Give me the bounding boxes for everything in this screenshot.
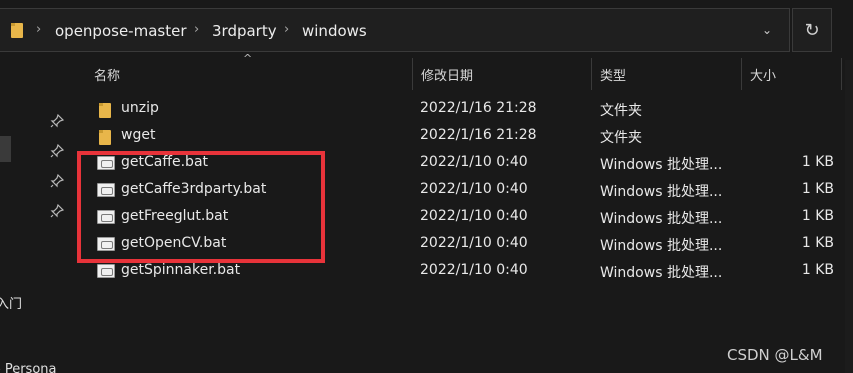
file-date: 2022/1/10 0:40 — [420, 181, 528, 197]
breadcrumb-separator: › — [194, 22, 200, 37]
vertical-scrollbar[interactable] — [845, 60, 853, 373]
folder-icon — [99, 103, 111, 118]
column-header-size[interactable]: 大小 — [750, 60, 776, 88]
batch-file-icon — [97, 264, 115, 278]
folder-icon — [99, 130, 111, 145]
column-header-name[interactable]: 名称 — [94, 60, 120, 88]
column-label: 修改日期 — [421, 68, 474, 84]
sort-ascending-icon: ^ — [243, 52, 253, 65]
file-size: 1 KB — [801, 262, 834, 278]
refresh-icon: ↻ — [804, 19, 820, 41]
column-divider[interactable] — [841, 58, 842, 90]
navigation-pane: 入门 - Persona — [0, 56, 70, 373]
file-type: Windows 批处理... — [600, 265, 723, 281]
file-row-wget[interactable]: wget 2022/1/16 21:28 文件夹 — [80, 123, 840, 150]
pin-icon[interactable] — [50, 144, 64, 158]
breadcrumb-separator: › — [284, 22, 290, 37]
file-type: Windows 批处理... — [600, 157, 723, 173]
address-bar[interactable]: › openpose-master › 3rdparty › windows ⌄ — [0, 8, 790, 52]
file-type: Windows 批处理... — [600, 238, 723, 254]
file-type: 文件夹 — [600, 130, 642, 146]
breadcrumb-windows[interactable]: windows — [302, 22, 367, 40]
file-date: 2022/1/16 21:28 — [420, 100, 537, 116]
column-header-type[interactable]: 类型 — [600, 60, 626, 88]
column-divider[interactable] — [591, 58, 592, 90]
file-name: wget — [121, 127, 156, 143]
breadcrumb-3rdparty[interactable]: 3rdparty — [212, 22, 277, 40]
file-name: unzip — [121, 100, 159, 116]
file-size: 1 KB — [801, 235, 834, 251]
breadcrumb-openpose-master[interactable]: openpose-master — [55, 22, 186, 40]
file-type: Windows 批处理... — [600, 211, 723, 227]
pin-icon[interactable] — [50, 204, 64, 218]
folder-icon — [11, 23, 23, 38]
file-row-unzip[interactable]: unzip 2022/1/16 21:28 文件夹 — [80, 96, 840, 123]
nav-item-partial[interactable]: 入门 — [0, 293, 22, 312]
file-date: 2022/1/10 0:40 — [420, 208, 528, 224]
file-type: 文件夹 — [600, 103, 642, 119]
file-date: 2022/1/10 0:40 — [420, 262, 528, 278]
nav-item-partial[interactable]: - Persona — [0, 362, 56, 373]
file-size: 1 KB — [801, 181, 834, 197]
column-label: 名称 — [94, 68, 121, 84]
file-date: 2022/1/10 0:40 — [420, 154, 528, 170]
file-size: 1 KB — [801, 208, 834, 224]
breadcrumb-separator: › — [36, 22, 42, 37]
nav-selected-item[interactable] — [0, 136, 11, 162]
column-divider[interactable] — [412, 58, 413, 90]
watermark: CSDN @L&M — [727, 346, 823, 364]
column-label: 大小 — [750, 68, 777, 84]
file-type: Windows 批处理... — [600, 184, 723, 200]
refresh-button[interactable]: ↻ — [792, 8, 832, 52]
column-label: 类型 — [600, 68, 627, 84]
file-size: 1 KB — [801, 154, 834, 170]
pin-icon[interactable] — [50, 174, 64, 188]
column-header-date[interactable]: 修改日期 — [421, 60, 473, 88]
pin-icon[interactable] — [50, 114, 64, 128]
file-name: getSpinnaker.bat — [121, 262, 241, 278]
highlight-box — [77, 151, 325, 263]
file-date: 2022/1/16 21:28 — [420, 127, 537, 143]
chevron-down-icon[interactable]: ⌄ — [762, 23, 772, 37]
file-date: 2022/1/10 0:40 — [420, 235, 528, 251]
column-divider[interactable] — [741, 58, 742, 90]
